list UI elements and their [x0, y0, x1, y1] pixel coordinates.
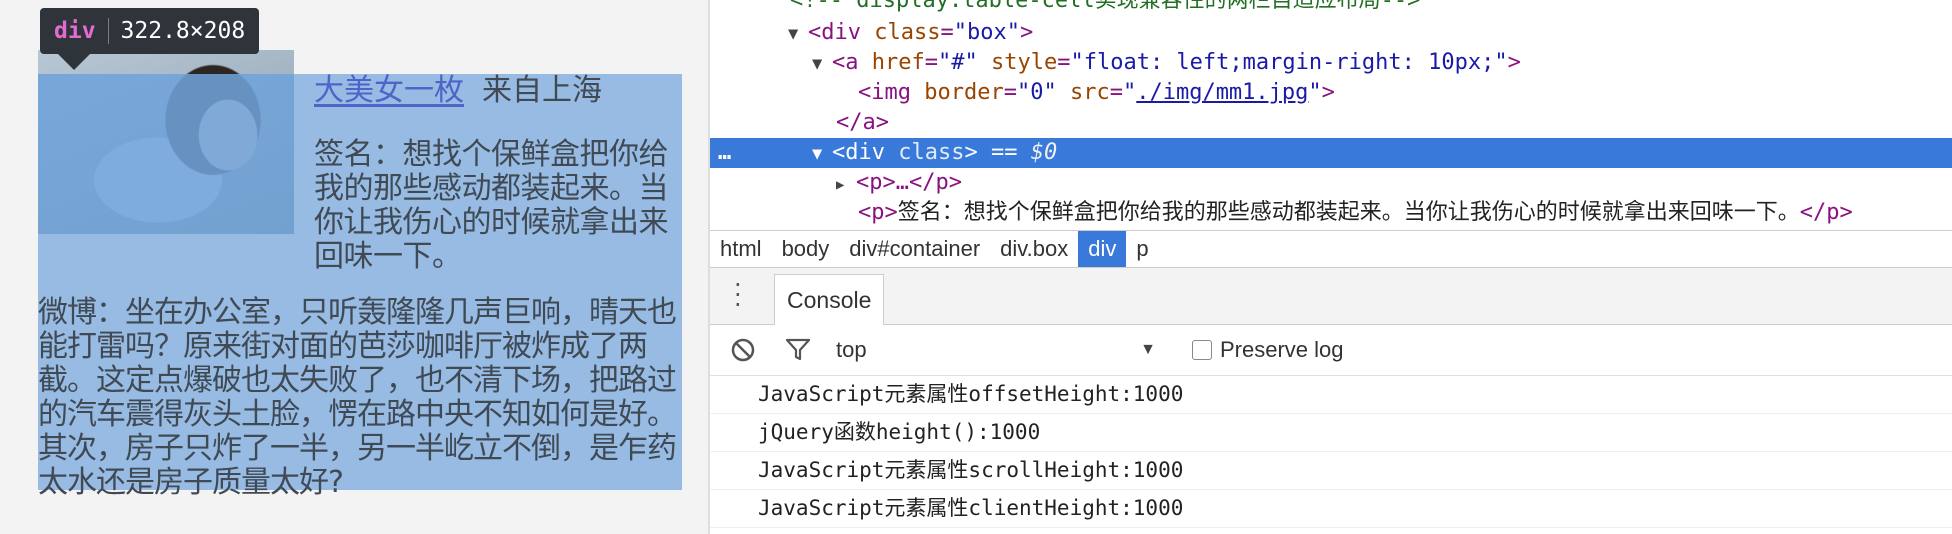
clear-console-icon[interactable]: [730, 337, 756, 363]
img-src-link[interactable]: ./img/mm1.jpg: [1136, 80, 1308, 105]
tag-open: <img: [858, 80, 911, 105]
attr-name: class: [874, 20, 941, 45]
log-entry: jQuery函数height():1000: [710, 414, 1952, 452]
crumb-box[interactable]: div.box: [990, 231, 1078, 267]
tag-close: >: [1019, 20, 1034, 45]
log-entry: JavaScript元素属性clientHeight:1000: [710, 490, 1952, 528]
profile-weibo: 微博：坐在办公室，只听轰隆隆几声巨响，晴天也能打雷吗？原来街对面的芭莎咖啡厅被炸…: [38, 295, 677, 500]
tag-close: >: [1321, 80, 1335, 105]
tooltip-separator: [107, 18, 109, 44]
devtools-panel: <!-- display:table-cell实现兼容性的两栏自适应布局--> …: [710, 0, 1952, 534]
breadcrumb: html body div#container div.box div p: [710, 230, 1952, 268]
log-entry: JavaScript元素属性offsetHeight:1000: [710, 376, 1952, 414]
attr-value: "float: left;margin-right: 10px;": [1070, 50, 1508, 75]
html-comment: <!-- display:table-cell实现兼容性的两栏自适应布局-->: [790, 0, 1421, 13]
page-viewport: 大美女一枚 来自上海 签名：想找个保鲜盒把你给我的那些感动都装起来。当你让我伤心…: [0, 0, 710, 534]
tag-open: <div: [808, 20, 861, 45]
collapse-triangle-icon[interactable]: ▶: [836, 170, 856, 200]
attr-value: "0": [1016, 80, 1057, 105]
more-options-icon[interactable]: …: [718, 138, 731, 168]
elements-tree: <!-- display:table-cell实现兼容性的两栏自适应布局--> …: [710, 0, 1952, 230]
tree-node-a[interactable]: ▼ <a href="#" style="float: left;margin-r…: [710, 48, 1952, 78]
filter-icon[interactable]: [784, 337, 812, 363]
console-log: JavaScript元素属性offsetHeight:1000 jQuery函数…: [710, 376, 1952, 528]
inspect-tooltip: div 322.8×208: [40, 8, 260, 54]
tag-close: </a>: [836, 110, 889, 135]
tag-open: <div: [832, 140, 885, 165]
crumb-body[interactable]: body: [772, 231, 840, 267]
console-ref: $0: [1030, 140, 1058, 165]
crumb-html[interactable]: html: [710, 231, 772, 267]
preserve-log-option[interactable]: Preserve log: [1192, 337, 1344, 363]
tab-console[interactable]: Console: [774, 274, 885, 325]
preserve-log-label: Preserve log: [1220, 337, 1344, 362]
log-entry: JavaScript元素属性scrollHeight:1000: [710, 452, 1952, 490]
tooltip-arrow: [58, 54, 90, 70]
attr-name: href: [871, 50, 925, 75]
attr-name: src: [1069, 80, 1110, 105]
tree-node-p-signature[interactable]: <p>签名：想找个保鲜盒把你给我的那些感动都装起来。当你让我伤心的时候就拿出来回…: [710, 198, 1952, 228]
crumb-p[interactable]: p: [1126, 231, 1158, 267]
profile-name-link[interactable]: 大美女一枚: [314, 74, 464, 108]
expand-triangle-icon[interactable]: ▼: [812, 139, 832, 169]
profile-signature: 签名：想找个保鲜盒把你给我的那些感动都装起来。当你让我伤心的时候就拿出来回味一下…: [314, 137, 669, 274]
tag-collapsed: <p>…</p>: [856, 170, 962, 195]
drawer-tab-bar: · · · Console: [710, 268, 1952, 325]
attr-value: "#": [937, 50, 978, 75]
console-toolbar: top ▼ Preserve log: [710, 325, 1952, 376]
tree-node-img[interactable]: <img border="0" src="./img/mm1.jpg">: [710, 78, 1952, 108]
expand-triangle-icon[interactable]: ▼: [812, 49, 832, 79]
context-select[interactable]: top ▼: [836, 337, 1166, 363]
attr-name: style: [990, 50, 1058, 75]
tree-comment-line[interactable]: <!-- display:table-cell实现兼容性的两栏自适应布局-->: [710, 0, 1952, 16]
dropdown-arrow-icon: ▼: [1140, 341, 1156, 358]
tag-open: <p>: [858, 200, 898, 225]
tag-close: >: [1507, 50, 1521, 75]
photo-highlight-overlay: [38, 74, 294, 234]
tag-open: <a: [832, 50, 859, 75]
tree-node-a-close[interactable]: </a>: [710, 108, 1952, 138]
tag-close: </p>: [1799, 200, 1853, 225]
tag-close: >: [964, 140, 978, 165]
tree-node-p-collapsed[interactable]: ▶ <p>…</p>: [710, 168, 1952, 198]
crumb-div[interactable]: div: [1078, 231, 1127, 267]
profile-location: 来自上海: [482, 73, 602, 108]
node-text: 签名：想找个保鲜盒把你给我的那些感动都装起来。当你让我伤心的时候就拿出来回味一下…: [897, 200, 1800, 225]
selected-equals: ==: [990, 140, 1018, 165]
tree-node-selected-div[interactable]: … ▼ <div class> == $0: [710, 138, 1952, 168]
attr-name: border: [924, 80, 1004, 105]
drawer-menu-icon[interactable]: · · ·: [734, 273, 742, 317]
attr-name: class: [898, 140, 965, 165]
attr-value: "box": [953, 20, 1020, 45]
preserve-log-checkbox[interactable]: [1192, 340, 1212, 360]
crumb-container[interactable]: div#container: [839, 231, 990, 267]
tooltip-tag: div: [54, 18, 96, 44]
tree-node-div-box[interactable]: ▼ <div class="box">: [710, 18, 1952, 48]
tooltip-size: 322.8×208: [120, 18, 246, 44]
context-label: top: [836, 337, 867, 362]
expand-triangle-icon[interactable]: ▼: [788, 19, 808, 49]
